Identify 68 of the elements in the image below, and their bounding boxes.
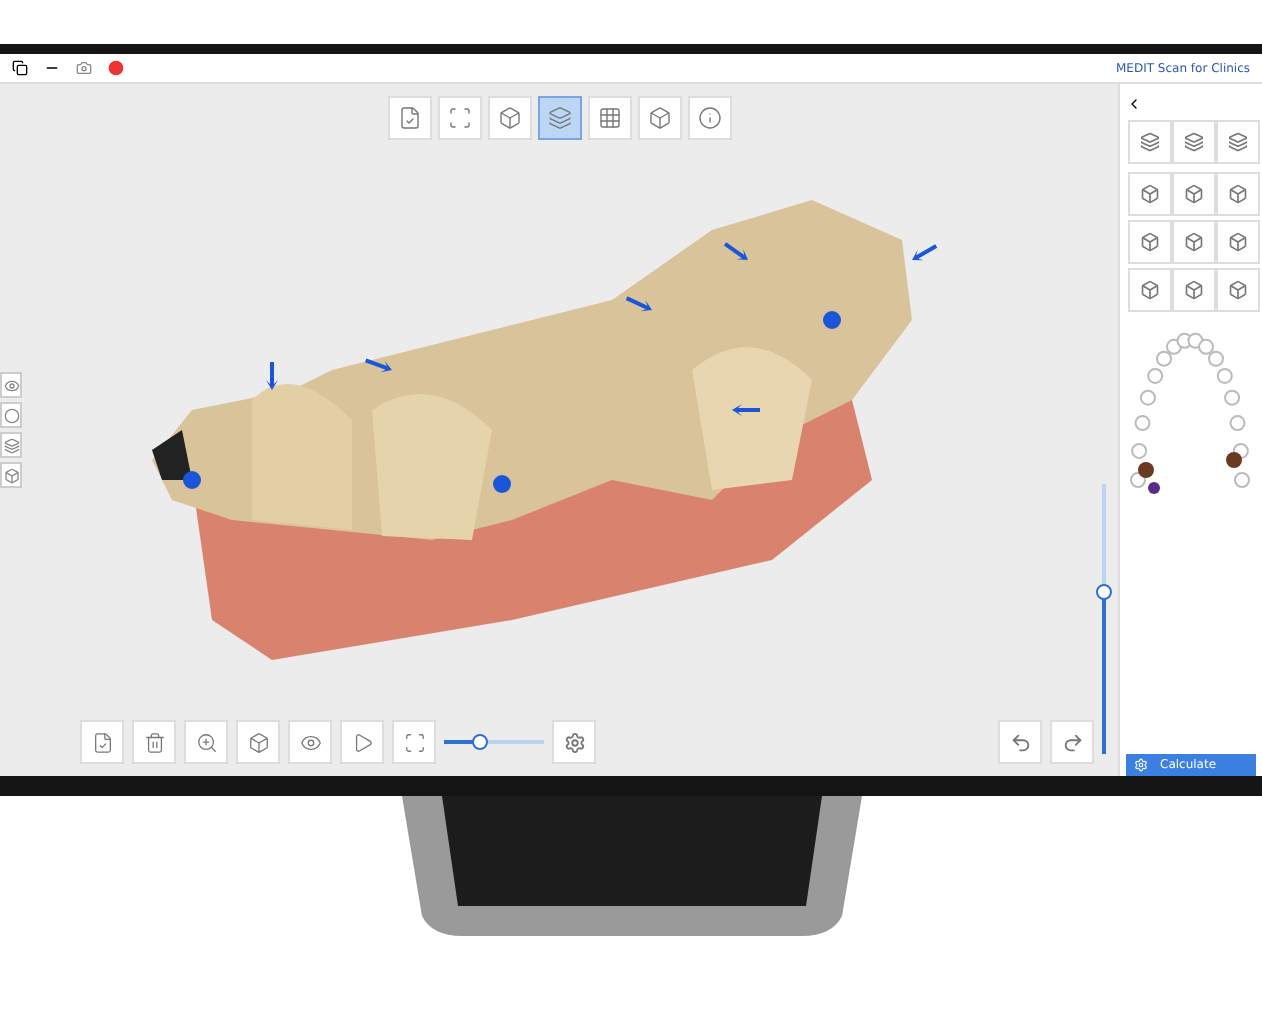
play-icon [351,731,373,753]
cube-icon [1228,232,1248,252]
cube-icon [1184,184,1204,204]
point-marker-icon [493,475,511,493]
layers-icon [1228,132,1248,152]
panel-tool-button[interactable] [1128,220,1172,264]
side-tool-button[interactable] [0,402,22,428]
cube-icon [1140,184,1160,204]
camera-icon[interactable] [76,60,92,76]
collapse-icon[interactable] [1126,96,1142,112]
scan-frame-icon [403,731,425,753]
zoom-icon [195,731,217,753]
info-icon [697,106,721,130]
layers-icon [1184,132,1204,152]
trash-icon [143,731,165,753]
arrow-marker-icon [732,404,760,416]
panel-tool-button[interactable] [1216,268,1260,312]
side-tool-button[interactable] [0,432,22,458]
point-marker-icon [183,471,201,489]
panel-tool-button[interactable] [1128,172,1172,216]
document-icon [91,731,113,753]
cube-icon [1140,280,1160,300]
copy-icon[interactable] [12,60,28,76]
panel-tool-button[interactable] [1128,120,1172,164]
layers-icon [547,106,571,130]
cube-icon [1140,232,1160,252]
cube-icon [1228,280,1248,300]
side-tool-button[interactable] [0,372,22,398]
cube-icon [1184,232,1204,252]
layers-icon [1140,132,1160,152]
redo-icon [1061,731,1083,753]
cube-icon [1228,184,1248,204]
arrow-marker-icon [723,242,748,260]
settings-icon [563,731,585,753]
undo-button[interactable] [998,720,1042,764]
arrow-marker-icon [625,296,652,312]
layers-icon [3,437,19,453]
scan-frame-icon [447,106,471,130]
cube-icon [647,106,671,130]
cube-icon [3,467,19,483]
slider-thumb[interactable] [1096,584,1112,600]
undo-icon [1009,731,1031,753]
panel-tool-button[interactable] [1172,268,1216,312]
cube-icon [247,731,269,753]
grid-icon [597,106,621,130]
arrow-marker-icon [912,244,938,261]
slider-thumb[interactable] [471,734,487,750]
toolbar-button[interactable] [537,96,581,140]
eye-icon [3,377,19,393]
document-icon [397,106,421,130]
panel-tool-button[interactable] [1128,268,1172,312]
arrow-marker-icon [266,362,278,390]
panel-tool-button[interactable] [1172,172,1216,216]
circle-icon [3,407,19,423]
settings-icon [1134,758,1148,772]
record-icon[interactable] [108,60,124,76]
cube-icon [1184,280,1204,300]
panel-tool-button[interactable] [1216,172,1260,216]
panel-tool-button[interactable] [1216,120,1260,164]
arrow-marker-icon [365,358,392,373]
panel-tool-button[interactable] [1216,220,1260,264]
redo-button[interactable] [1050,720,1094,764]
panel-tool-button[interactable] [1172,220,1216,264]
side-tool-button[interactable] [0,462,22,488]
point-marker-icon [823,311,841,329]
cube-icon [497,106,521,130]
eye-icon [299,731,321,753]
panel-tool-button[interactable] [1172,120,1216,164]
